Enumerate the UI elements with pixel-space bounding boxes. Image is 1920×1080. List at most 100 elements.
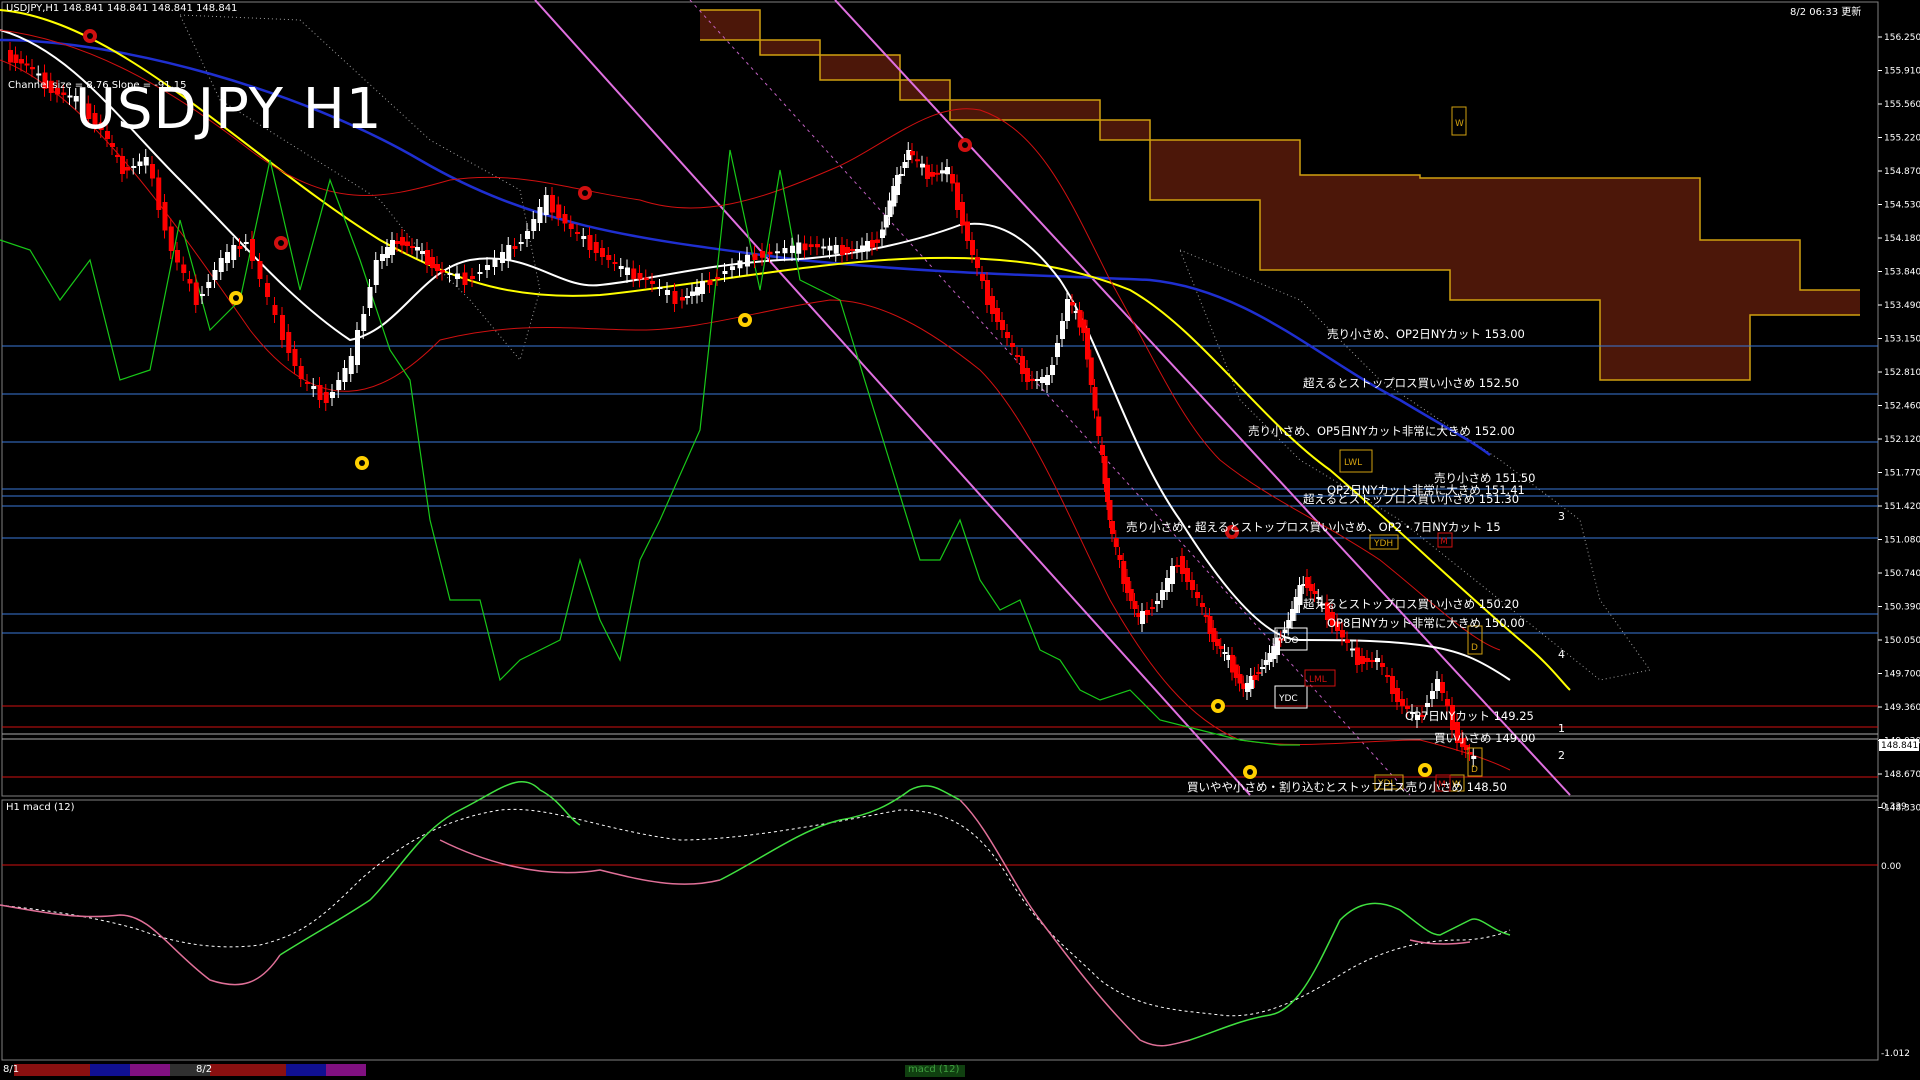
candle-body xyxy=(650,281,655,284)
candle-body xyxy=(637,273,643,280)
candle-body xyxy=(860,245,865,252)
date-tab-8-2[interactable]: 8/2 xyxy=(196,1064,212,1076)
candle-body xyxy=(162,202,168,231)
candle-body xyxy=(323,392,329,403)
candle-body xyxy=(455,273,460,279)
candle-body xyxy=(965,221,970,241)
update-timestamp: 8/2 06:33 更新 xyxy=(1790,7,1862,18)
candle-body xyxy=(1015,355,1020,357)
candle-body xyxy=(875,239,880,243)
candle-body xyxy=(380,254,385,261)
candle-body xyxy=(24,63,30,66)
candle-body xyxy=(1385,675,1390,677)
candle-body xyxy=(447,273,453,275)
fractal-marker-core xyxy=(359,460,365,466)
price-tick-label: 154.180 xyxy=(1884,234,1920,244)
candle-body xyxy=(1190,580,1195,590)
candle-body xyxy=(400,237,405,246)
box-label: LWL xyxy=(1344,458,1362,468)
candle-body xyxy=(625,267,630,275)
candle-body xyxy=(796,242,802,254)
candle-body xyxy=(665,290,670,295)
candle-body xyxy=(506,245,512,260)
level-label: 超えるとストップロス買い小さめ 150.20 xyxy=(1303,597,1519,611)
candle-body xyxy=(367,287,373,308)
candle-body xyxy=(1140,611,1145,624)
candle-body xyxy=(1035,379,1040,381)
candle-body xyxy=(737,260,743,269)
candle-body xyxy=(730,266,735,270)
candle-body xyxy=(61,92,67,95)
price-axis: 156.250 155.910 155.560 155.220 154.870 154.5… xyxy=(1878,33,1920,814)
price-tick-label: 154.530 xyxy=(1884,201,1920,211)
candle-body xyxy=(168,226,174,251)
candle-body xyxy=(550,195,555,213)
candle-body xyxy=(1020,356,1025,374)
candle-body xyxy=(125,167,130,171)
price-tick-label: 150.390 xyxy=(1884,603,1920,613)
box-label: D xyxy=(1471,643,1478,653)
candle-body xyxy=(175,250,180,263)
price-tick-label: 151.770 xyxy=(1884,469,1920,479)
macd-pane: 0.339 0.00 -1.012 xyxy=(0,781,1910,1059)
candle-body xyxy=(1155,601,1160,604)
candle-body xyxy=(672,291,678,304)
candle-body xyxy=(1260,667,1265,669)
candle-body xyxy=(715,277,720,279)
candle-body xyxy=(311,386,317,389)
level-label: 超えるとストップロス買い小さめ 152.50 xyxy=(1303,376,1519,390)
candle-body xyxy=(1286,620,1292,628)
candle-body xyxy=(695,287,700,296)
candle-body xyxy=(1395,688,1400,702)
candle-body xyxy=(430,257,435,268)
candle-body xyxy=(355,330,360,365)
candle-body xyxy=(410,246,415,248)
candle-body xyxy=(990,296,995,314)
price-tick-label: 156.250 xyxy=(1884,33,1920,43)
candle-body xyxy=(880,229,885,238)
price-tick-label: 151.420 xyxy=(1884,502,1920,512)
candle-body xyxy=(440,270,445,273)
candle-body xyxy=(1070,302,1075,306)
candle-body xyxy=(115,155,120,157)
candle-body xyxy=(1000,320,1005,330)
price-chart[interactable]: W LWL YDH YDO YDC LML YDL D D M W M 3 4 … xyxy=(0,0,1920,1080)
price-tick-label: 155.220 xyxy=(1884,134,1920,144)
wave-number: 3 xyxy=(1558,510,1565,523)
date-tab-8-1[interactable]: 8/1 xyxy=(3,1064,19,1076)
candle-body xyxy=(1025,368,1030,382)
candle-body xyxy=(1430,691,1435,699)
candle-body xyxy=(342,368,348,382)
candle-body xyxy=(745,254,750,267)
candle-body xyxy=(1050,365,1055,375)
candle-body xyxy=(802,243,808,251)
candle-body xyxy=(1350,648,1355,651)
candle-body xyxy=(955,182,960,210)
candle-body xyxy=(537,207,543,223)
candle-body xyxy=(1160,590,1165,600)
candle-body xyxy=(657,287,663,289)
candle-body xyxy=(1345,639,1350,643)
wave-numbers: 3 4 1 2 xyxy=(1558,510,1565,762)
candle-body xyxy=(1180,556,1185,574)
candle-body xyxy=(1113,538,1119,547)
macd-axis-tick: 0.339 xyxy=(1881,802,1907,812)
candle-body xyxy=(13,54,19,63)
macd-tab[interactable]: macd (12) xyxy=(908,1064,959,1076)
candle-body xyxy=(1040,377,1045,383)
candle-body xyxy=(1360,656,1365,664)
candle-body xyxy=(218,258,224,272)
candle-body xyxy=(1170,566,1175,584)
candle-body xyxy=(680,297,685,301)
macd-main-up xyxy=(279,781,1511,1041)
candle-body xyxy=(330,392,335,398)
candle-body xyxy=(1185,568,1190,582)
price-tick-label: 155.560 xyxy=(1884,100,1920,110)
candle-body xyxy=(280,315,285,340)
candle-body xyxy=(840,245,845,255)
price-tick-label: 153.840 xyxy=(1884,268,1920,278)
candle-body xyxy=(898,174,904,176)
candle-body xyxy=(500,252,505,263)
candle-body xyxy=(390,240,395,255)
price-tick-label: 155.910 xyxy=(1884,67,1920,77)
